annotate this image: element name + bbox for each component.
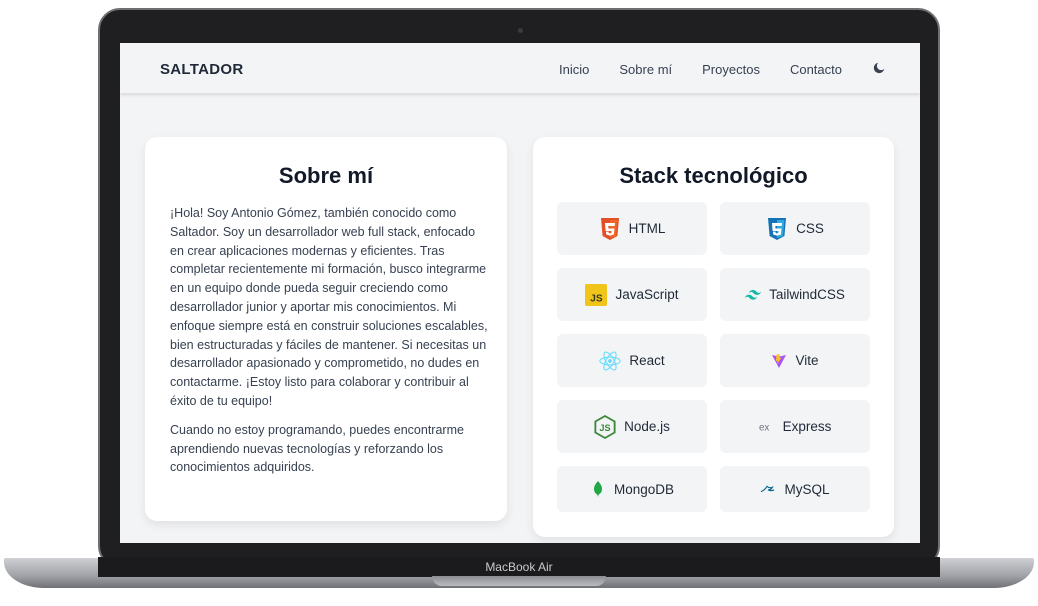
tech-label-vite: Vite xyxy=(795,353,819,368)
css3-icon xyxy=(766,217,788,240)
mongodb-icon xyxy=(590,481,606,497)
tech-item-mysql[interactable]: MySQL xyxy=(720,466,870,512)
vite-icon xyxy=(771,353,787,369)
tech-label-tailwindcss: TailwindCSS xyxy=(769,287,845,302)
tech-label-javascript: JavaScript xyxy=(615,287,679,302)
nav-link-contacto[interactable]: Contacto xyxy=(790,62,842,77)
screen: SALTADOR Inicio Sobre mí Proyectos Conta… xyxy=(120,43,920,543)
tech-label-react: React xyxy=(629,353,665,368)
nav-links: Inicio Sobre mí Proyectos Contacto xyxy=(529,62,842,77)
navbar: SALTADOR Inicio Sobre mí Proyectos Conta… xyxy=(120,43,920,93)
svg-text:JS: JS xyxy=(600,423,611,433)
camera-dot xyxy=(518,28,523,33)
tech-label-html: HTML xyxy=(628,221,666,236)
react-icon xyxy=(599,350,622,372)
html5-icon xyxy=(599,217,621,240)
nav-link-inicio[interactable]: Inicio xyxy=(559,62,589,77)
about-card: Sobre mí ¡Hola! Soy Antonio Gómez, tambi… xyxy=(145,137,507,521)
tech-item-html[interactable]: HTML xyxy=(557,202,707,255)
tech-item-mongodb[interactable]: MongoDB xyxy=(557,466,707,512)
nav-link-sobre-mi[interactable]: Sobre mí xyxy=(619,62,672,77)
nodejs-icon: JS xyxy=(594,414,616,439)
nav-link-proyectos[interactable]: Proyectos xyxy=(702,62,760,77)
stack-title: Stack tecnológico xyxy=(619,163,808,188)
tech-item-css[interactable]: CSS xyxy=(720,202,870,255)
stack-card: Stack tecnológico HTML CSS JS JavaScript xyxy=(533,137,894,537)
tech-item-express[interactable]: ex Express xyxy=(720,400,870,453)
tailwind-icon xyxy=(745,287,762,303)
tech-item-javascript[interactable]: JS JavaScript xyxy=(557,268,707,321)
tech-item-nodejs[interactable]: JS Node.js xyxy=(557,400,707,453)
device-label: MacBook Air xyxy=(485,560,553,574)
tech-label-nodejs: Node.js xyxy=(624,419,670,434)
tech-item-react[interactable]: React xyxy=(557,334,707,387)
mysql-icon xyxy=(760,481,776,497)
about-title: Sobre mí xyxy=(278,163,374,188)
brand-logo[interactable]: SALTADOR xyxy=(160,61,244,78)
tech-label-mongodb: MongoDB xyxy=(613,481,675,497)
tech-label-css: CSS xyxy=(796,221,824,236)
tech-label-mysql: MySQL xyxy=(784,481,830,497)
tech-item-tailwindcss[interactable]: TailwindCSS xyxy=(720,268,870,321)
laptop-notch xyxy=(432,576,606,586)
express-icon: ex xyxy=(759,419,775,435)
tech-label-express: Express xyxy=(782,419,832,434)
about-body: ¡Hola! Soy Antonio Gómez, también conoci… xyxy=(170,204,488,487)
tech-item-vite[interactable]: Vite xyxy=(720,334,870,387)
about-paragraph-1: ¡Hola! Soy Antonio Gómez, también conoci… xyxy=(170,206,488,408)
moon-icon[interactable] xyxy=(872,61,886,75)
javascript-icon: JS xyxy=(585,283,608,306)
svg-text:ex: ex xyxy=(759,422,769,432)
about-paragraph-2: Cuando no estoy programando, puedes enco… xyxy=(170,422,464,475)
svg-text:JS: JS xyxy=(591,293,604,304)
